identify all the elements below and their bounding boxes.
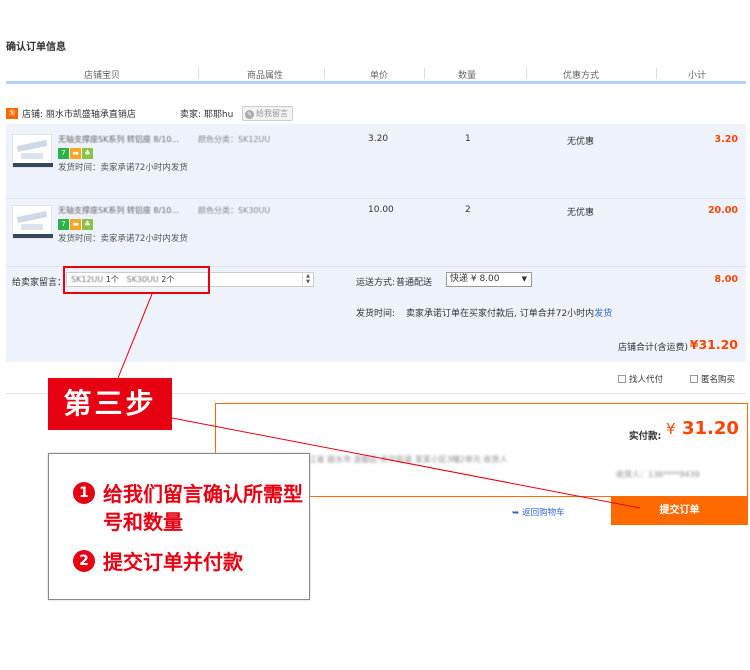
credit-card-icon: ▬ <box>70 148 81 159</box>
anonymous-checkbox[interactable] <box>690 375 698 383</box>
pay-for-me-label: 找人代付 <box>629 375 664 385</box>
submit-order-button[interactable]: 提交订单 <box>611 497 748 525</box>
pay-for-me-option[interactable]: 找人代付 <box>618 373 663 385</box>
store-total: ¥31.20 <box>689 337 738 352</box>
resize-spinner-icon[interactable]: ▲ ▼ <box>302 273 313 286</box>
product-thumbnail[interactable] <box>12 134 53 168</box>
back-arrow-icon: ➥ <box>512 508 520 518</box>
subtotal: 3.20 <box>714 134 738 145</box>
service-tags: 7 ▬ ♣ <box>58 148 94 159</box>
shop-row: 淘 店铺: 丽水市凯盛轴承直销店 卖家: 耶耶hu ✎ 给我留言 <box>6 106 746 124</box>
shipping-label: 运送方式: <box>356 278 396 288</box>
discount: 无优惠 <box>567 208 595 218</box>
discount: 无优惠 <box>567 137 595 147</box>
product-attr: 颜色分类：SK12UU <box>198 135 271 144</box>
quantity: 1 <box>465 134 471 144</box>
instruction-text: 提交订单并付款 <box>103 550 243 574</box>
unit-price: 3.20 <box>368 134 389 144</box>
instruction-text: 给我们留言确认所需型号和数量 <box>103 482 303 534</box>
ship-time: 发货时间：卖家承诺72小时内发货 <box>58 163 188 173</box>
service-tags: 7 ▬ ♣ <box>58 219 94 230</box>
shipping-address: 寄送至 浙江省 丽水市 莲都区 天宁街道 某某小区3幢2单元 收货人 <box>274 455 508 464</box>
back-to-cart-link[interactable]: ➥ 返回购物车 <box>512 506 565 518</box>
receiver-contact: 收货人：136****9439 <box>616 470 700 479</box>
column-header-discount: 优惠方式 <box>563 71 600 81</box>
column-divider <box>198 68 199 79</box>
chevron-down-icon: ▼ <box>521 275 527 283</box>
step-number: 1 <box>73 482 95 504</box>
column-divider <box>526 68 527 79</box>
anonymous-label: 匿名购买 <box>701 375 736 385</box>
subtotal: 20.00 <box>707 205 738 216</box>
column-header-attr: 商品属性 <box>247 71 284 81</box>
page-title: 确认订单信息 <box>6 42 66 53</box>
shipping-select[interactable]: 快递 ¥ 8.00 ▼ <box>446 272 532 287</box>
seven-day-return-icon: 7 <box>58 148 69 159</box>
deliver-link[interactable]: 发货 <box>594 309 612 319</box>
unit-price: 10.00 <box>368 205 394 215</box>
payment-label: 实付款: <box>629 431 662 442</box>
message-seller-label: 给我留言 <box>256 109 288 118</box>
step-number: 2 <box>73 550 95 572</box>
credit-card-icon: ▬ <box>70 219 81 230</box>
ship-time: 发货时间：卖家承诺72小时内发货 <box>58 234 188 244</box>
seller-name[interactable]: 卖家: 耶耶hu <box>180 107 233 120</box>
product-attr: 颜色分类：SK30UU <box>198 206 271 215</box>
column-divider <box>656 68 657 79</box>
message-label: 给卖家留言： <box>12 278 67 288</box>
list-item: 无轴支撑座SK系列 转铝座 8/10... 7 ▬ ♣ 发货时间：卖家承诺72小时内… <box>6 128 746 194</box>
list-item: 无轴支撑座SK系列 转铝座 8/10... 7 ▬ ♣ 发货时间：卖家承诺72小时内… <box>6 198 746 264</box>
anonymous-option[interactable]: 匿名购买 <box>690 373 735 385</box>
seven-day-return-icon: 7 <box>58 219 69 230</box>
deliver-time-text: 卖家承诺订单在买家付款后, 订单合并72小时内发货 <box>406 306 612 319</box>
taobao-icon: 淘 <box>6 108 18 119</box>
payment-amount: 31.20 <box>682 418 739 439</box>
product-title[interactable]: 无轴支撑座SK系列 转铝座 8/10... <box>58 134 198 145</box>
column-header: 店铺宝贝 商品属性 单价 数量 优惠方式 小计 <box>6 62 746 84</box>
payment-currency: ¥ <box>666 420 676 438</box>
message-seller-button[interactable]: ✎ 给我留言 <box>242 106 293 121</box>
order-block: 无轴支撑座SK系列 转铝座 8/10... 7 ▬ ♣ 发货时间：卖家承诺72小时内… <box>6 124 746 362</box>
back-to-cart-label: 返回购物车 <box>522 508 565 518</box>
guarantee-icon: ♣ <box>82 148 93 159</box>
shop-name[interactable]: 店铺: 丽水市凯盛轴承直销店 <box>22 107 136 120</box>
column-header-subtotal: 小计 <box>688 71 707 81</box>
shipping-method: 普通配送 <box>396 278 433 288</box>
column-divider <box>324 68 325 79</box>
guarantee-icon: ♣ <box>82 219 93 230</box>
quantity: 2 <box>465 205 471 215</box>
column-header-item: 店铺宝贝 <box>84 71 121 81</box>
instruction-box: 1 给我们留言确认所需型号和数量 2 提交订单并付款 <box>48 453 310 600</box>
step-badge: 第三步 <box>48 378 172 430</box>
message-highlight-box <box>63 266 210 294</box>
store-total-label: 店铺合计(含运费) <box>618 343 689 353</box>
deliver-time-label: 发货时间: <box>356 309 396 319</box>
column-header-price: 单价 <box>370 71 389 81</box>
pay-for-me-checkbox[interactable] <box>618 375 626 383</box>
deliver-time-desc: 卖家承诺订单在买家付款后, 订单合并72小时内 <box>406 309 595 319</box>
shipping-selected: 快递 ¥ 8.00 <box>450 274 500 284</box>
column-divider <box>424 68 425 79</box>
column-header-qty: 数量 <box>458 71 477 81</box>
shipping-fee: 8.00 <box>714 274 738 285</box>
product-thumbnail[interactable] <box>12 205 53 239</box>
product-title[interactable]: 无轴支撑座SK系列 转铝座 8/10... <box>58 205 198 216</box>
speech-bubble-icon: ✎ <box>245 110 254 119</box>
